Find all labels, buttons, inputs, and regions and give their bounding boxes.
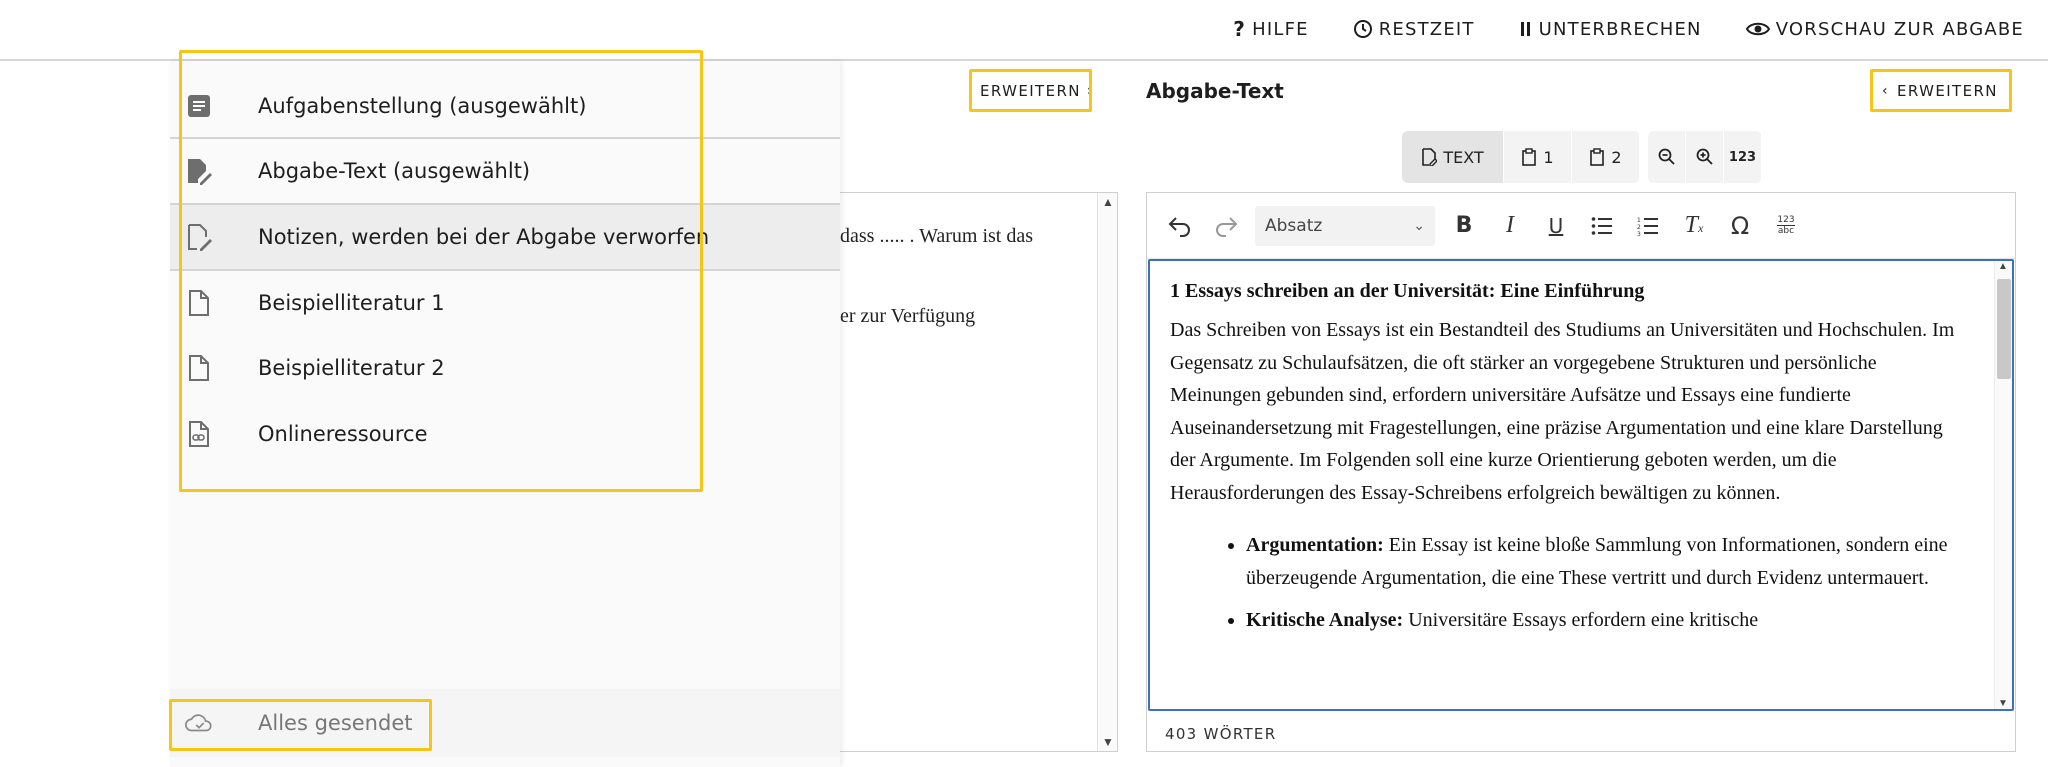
right-expand-button[interactable]: ‹ ERWEITERN [1872, 72, 2008, 110]
task-scrollbar[interactable]: ▲ ▼ [1097, 193, 1117, 751]
italic-icon: I [1506, 212, 1514, 238]
task-text-line: er zur Verfügung [840, 305, 976, 327]
drawer-item-notes[interactable]: Notizen, werden bei der Abgabe verworfen [170, 203, 840, 269]
preview-submission-button[interactable]: VORSCHAU ZUR ABGABE [1745, 19, 2024, 40]
view-toggle: TEXT 1 2 [1402, 131, 1640, 183]
omega-icon: Ω [1730, 211, 1750, 240]
page-view-1-button[interactable]: 1 [1504, 131, 1572, 183]
document-heading: 1 Essays schreiben an der Universität: E… [1170, 280, 1645, 302]
drawer-item-submission[interactable]: Abgabe-Text (ausgewählt) [170, 137, 840, 203]
text-view-button[interactable]: TEXT [1402, 131, 1504, 183]
clock-icon [1353, 20, 1372, 38]
bold-icon: B [1455, 213, 1473, 238]
scroll-down-icon[interactable]: ▼ [1995, 698, 2011, 709]
redo-icon [1216, 216, 1238, 237]
document-paragraph: Das Schreiben von Essays ist ein Bestand… [1170, 319, 1955, 504]
cloud-check-icon [184, 708, 214, 738]
chevron-down-icon: ⌄ [1413, 217, 1425, 234]
document-bullet-list: Argumentation: Ein Essay ist keine bloße… [1170, 529, 1970, 637]
remaining-time-button[interactable]: RESTZEIT [1353, 19, 1475, 40]
drawer-item-literature-1[interactable]: Beispielliteratur 1 [170, 269, 840, 335]
sync-status: Alles gesendet [170, 689, 840, 757]
document-body: 1 Essays schreiben an der Universität: E… [1170, 279, 1970, 647]
panel-title: Abgabe-Text [1146, 79, 1284, 103]
page-view-2-button[interactable]: 2 [1572, 131, 1640, 183]
chevron-right-icon: › [1086, 83, 1094, 99]
clear-format-button[interactable]: Tx [1671, 203, 1717, 249]
task-text-area[interactable]: dass ..... . Warum ist das er zur Verfüg… [830, 192, 1118, 752]
left-expand-button[interactable]: ERWEITERN › [970, 72, 1104, 110]
scroll-down-icon[interactable]: ▼ [1098, 735, 1118, 749]
clear-format-icon: Tx [1684, 212, 1704, 238]
spellcheck-button[interactable]: 123 abc [1763, 203, 1809, 249]
drawer-item-online-resource[interactable]: Onlineressource [170, 401, 840, 467]
spellcheck-icon: 123 abc [1777, 215, 1795, 236]
zoom-out-button[interactable] [1648, 131, 1686, 183]
underline-button[interactable]: U [1533, 203, 1579, 249]
top-bar: ? HILFE RESTZEIT UNTERBRECHEN VORSCHAU Z… [0, 0, 2048, 61]
scroll-up-icon[interactable]: ▲ [1995, 261, 2011, 272]
help-icon: ? [1233, 17, 1247, 41]
drawer-item-task[interactable]: Aufgabenstellung (ausgewählt) [170, 73, 840, 139]
scroll-up-icon[interactable]: ▲ [1098, 195, 1118, 209]
editor-scrollbar[interactable]: ▲ ▼ [1994, 261, 2012, 709]
link-document-icon [184, 419, 214, 449]
word-count: 403 WÖRTER [1165, 725, 1277, 743]
eye-icon [1745, 22, 1770, 36]
document-edit-filled-icon [184, 156, 214, 186]
undo-button[interactable] [1157, 203, 1203, 249]
editor-content[interactable]: 1 Essays schreiben an der Universität: E… [1148, 259, 2014, 711]
zoom-controls: 123 [1648, 131, 1762, 183]
document-edit-icon [1422, 148, 1438, 166]
svg-text:3: 3 [1637, 231, 1641, 236]
redo-button[interactable] [1203, 203, 1249, 249]
pause-button[interactable]: UNTERBRECHEN [1519, 19, 1702, 40]
zoom-in-icon [1696, 148, 1713, 165]
bullet-list-button[interactable] [1579, 203, 1625, 249]
document-outline-icon [184, 288, 214, 318]
scroll-thumb[interactable] [1997, 279, 2011, 379]
document-filled-icon [184, 91, 214, 121]
chevron-left-icon: ‹ [1882, 83, 1889, 99]
list-item: Argumentation: Ein Essay ist keine bloße… [1246, 529, 1970, 594]
task-text-line: dass ..... . Warum ist das [840, 225, 1034, 247]
drawer-item-literature-2[interactable]: Beispielliteratur 2 [170, 335, 840, 401]
zoom-out-icon [1658, 148, 1675, 165]
bullet-list-icon [1591, 216, 1612, 235]
numbers-icon: 123 [1728, 149, 1757, 165]
numbered-list-icon: 123 [1637, 217, 1658, 236]
underline-icon: U [1548, 213, 1564, 238]
document-drawer: Aufgabenstellung (ausgewählt) Abgabe-Tex… [170, 61, 840, 767]
clipboard-icon [1590, 148, 1605, 166]
svg-text:1: 1 [1637, 217, 1641, 224]
help-button[interactable]: ? HILFE [1233, 17, 1308, 41]
undo-icon [1168, 216, 1190, 237]
top-actions: ? HILFE RESTZEIT UNTERBRECHEN VORSCHAU Z… [1233, 0, 2024, 58]
clipboard-icon [1522, 148, 1537, 166]
zoom-in-button[interactable] [1686, 131, 1724, 183]
document-edit-outline-icon [184, 222, 214, 252]
submission-editor: Absatz ⌄ B I U 123 Tx Ω 123 abc 1 Essays… [1146, 192, 2016, 752]
special-chars-button[interactable]: Ω [1717, 203, 1763, 249]
editor-toolbar: Absatz ⌄ B I U 123 Tx Ω 123 abc [1147, 193, 2015, 259]
document-outline-icon [184, 353, 214, 383]
numbered-list-button[interactable]: 123 [1625, 203, 1671, 249]
svg-text:2: 2 [1637, 224, 1641, 231]
pause-icon [1520, 22, 1530, 36]
paragraph-style-select[interactable]: Absatz ⌄ [1255, 205, 1435, 246]
italic-button[interactable]: I [1487, 203, 1533, 249]
list-item: Kritische Analyse: Universitäre Essays e… [1246, 604, 1970, 637]
bold-button[interactable]: B [1441, 203, 1487, 249]
line-numbers-button[interactable]: 123 [1724, 131, 1762, 183]
